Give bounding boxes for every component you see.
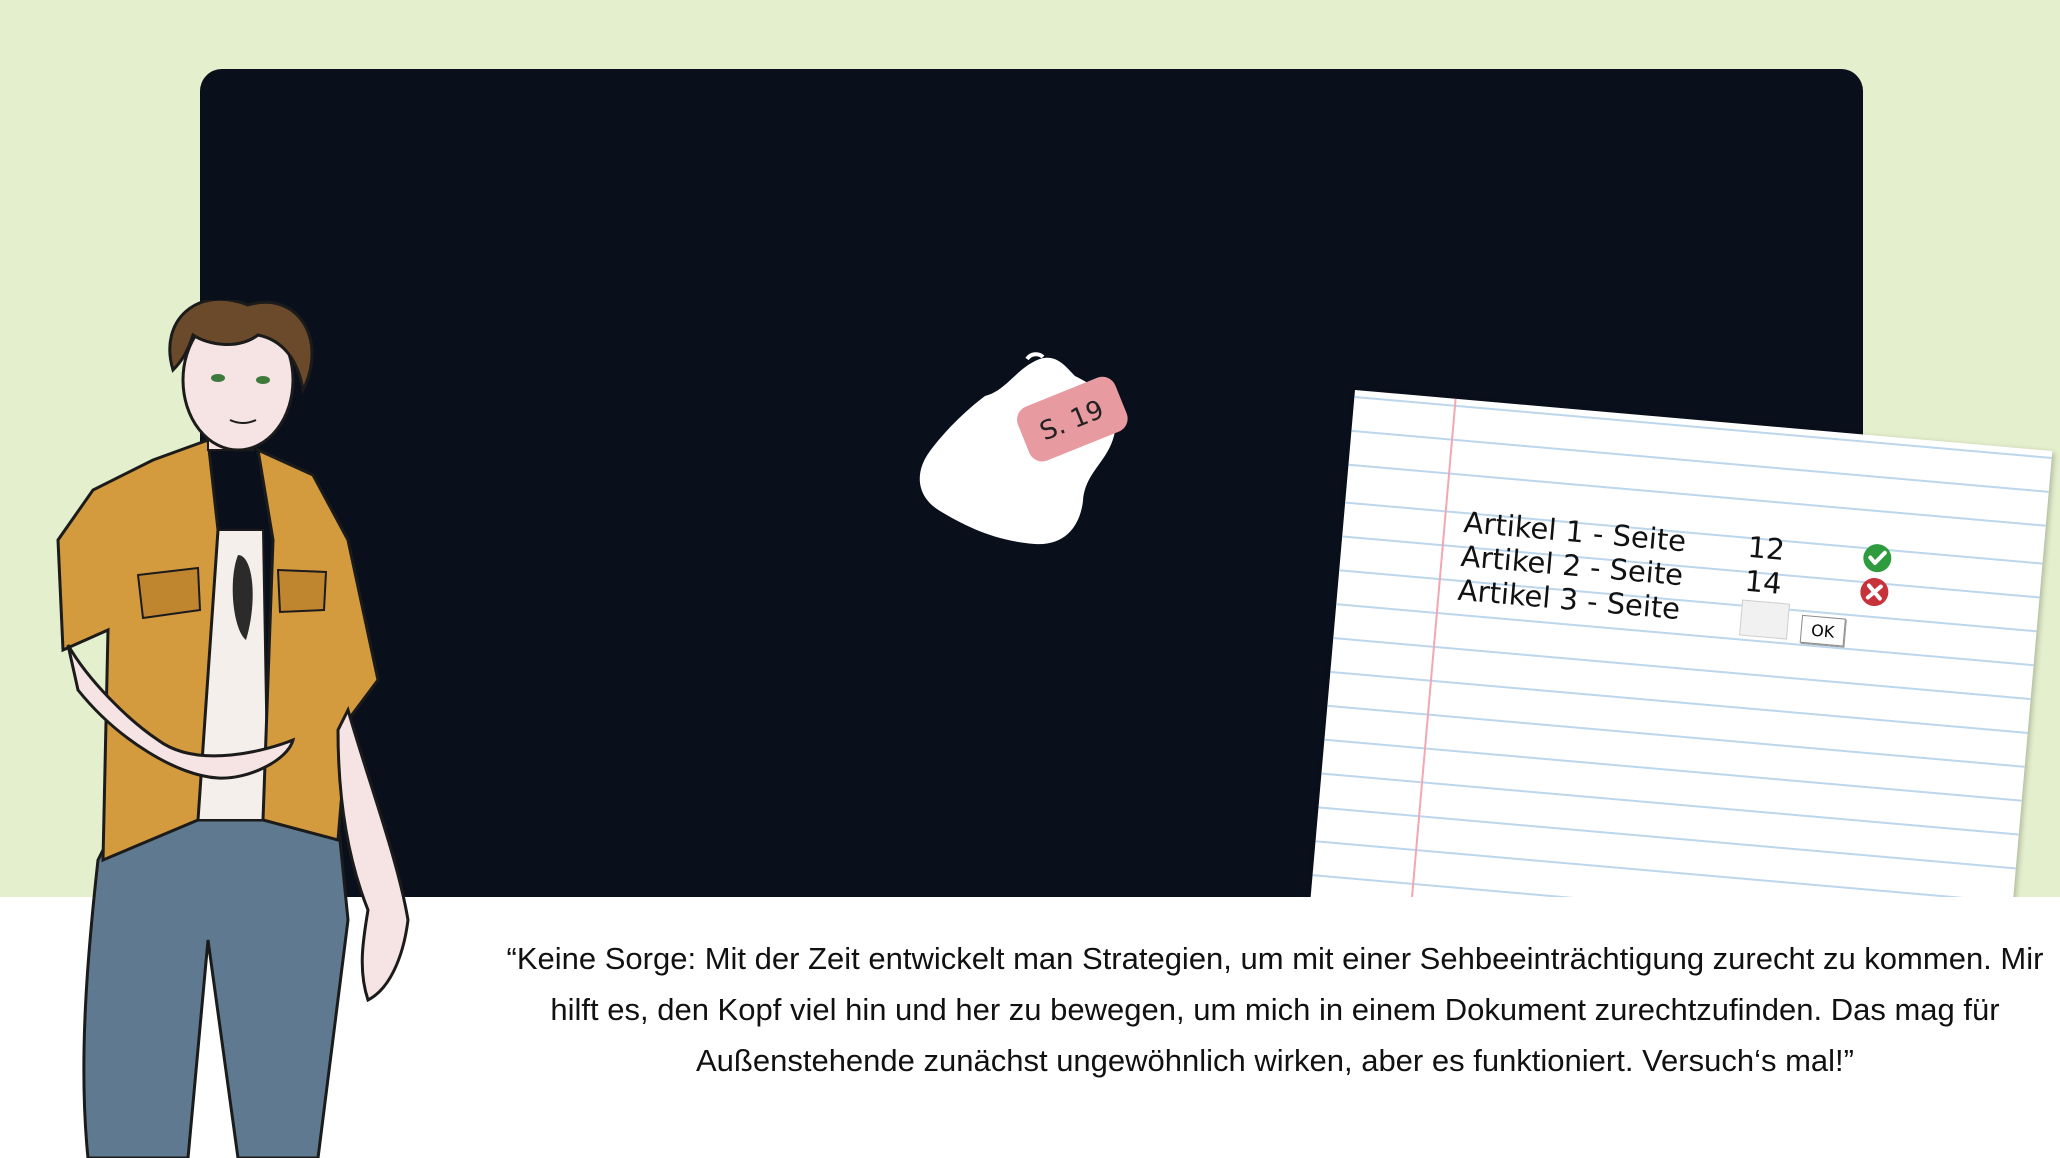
cross-circle-icon <box>1860 578 1889 607</box>
ok-button[interactable]: OK <box>1799 614 1846 647</box>
speech-caption: “Keine Sorge: Mit der Zeit entwickelt ma… <box>506 941 2044 1078</box>
notebook-row-3: Artikel 3 - Seite OK <box>1457 573 1846 647</box>
character-illustration <box>56 300 410 1158</box>
row-value: 14 <box>1743 563 1784 601</box>
notebook-row-2: Artikel 2 - Seite 14 <box>1459 539 1889 607</box>
check-circle-icon <box>1863 544 1892 573</box>
row-value: 12 <box>1746 529 1787 567</box>
notebook-row-1: Artikel 1 - Seite 12 <box>1462 505 1892 573</box>
answer-input[interactable] <box>1739 599 1791 640</box>
magnifier-spotlight: S. 19 <box>919 352 1128 545</box>
